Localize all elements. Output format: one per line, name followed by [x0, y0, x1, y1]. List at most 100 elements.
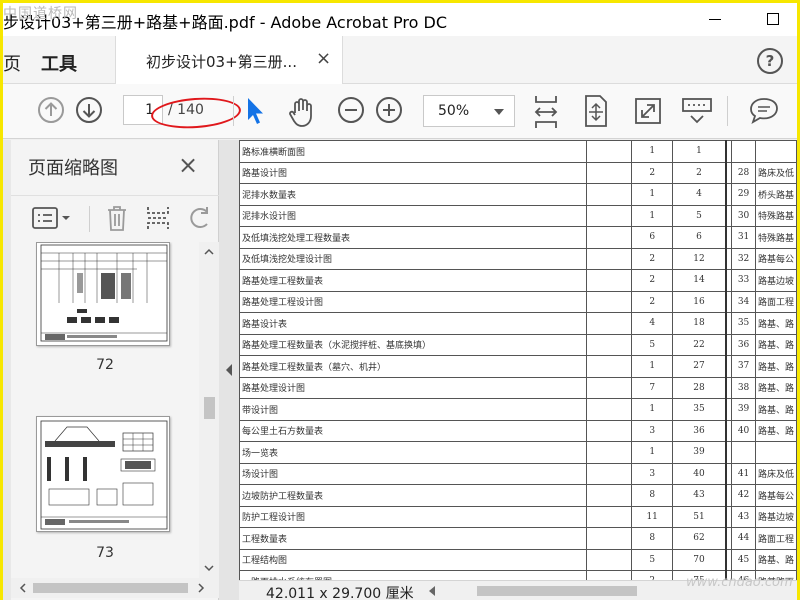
- row-sheet-count: 1: [631, 140, 674, 163]
- maximize-button[interactable]: [758, 7, 788, 31]
- select-cursor-icon[interactable]: [243, 96, 267, 126]
- hand-tool-icon[interactable]: [287, 96, 317, 128]
- minimize-button[interactable]: [700, 7, 730, 31]
- thumbnail-scrollbar[interactable]: [199, 242, 219, 578]
- row-page-number: 4: [672, 183, 727, 206]
- row-title-2: 桥头路基: [754, 183, 797, 206]
- comment-icon[interactable]: [749, 96, 779, 124]
- row-sheet-count: 2: [631, 570, 674, 580]
- thumbnail-page-number: 72: [96, 357, 114, 373]
- rotate-icon[interactable]: [187, 204, 213, 232]
- thumbnail-panel: 页面缩略图 × 72 73: [11, 140, 219, 600]
- row-title-2: 路面工程: [754, 527, 797, 550]
- row-title: 场一览表: [239, 441, 588, 464]
- table-row: 边坡防护工程数量表 8 43 42 路基每公: [239, 484, 797, 507]
- zoom-in-icon[interactable]: [375, 96, 403, 124]
- row-title-2: 路基、路: [754, 398, 797, 421]
- row-item-number: 44: [731, 527, 756, 550]
- scroll-right-icon[interactable]: [197, 583, 205, 593]
- close-panel-icon[interactable]: ×: [178, 151, 198, 179]
- tab-tools[interactable]: 工具: [41, 50, 77, 76]
- scroll-down-icon[interactable]: [204, 564, 214, 572]
- row-blank: [586, 548, 633, 571]
- row-item-number: 30: [731, 204, 756, 227]
- row-page-number: 43: [672, 484, 727, 507]
- page-thumbnail[interactable]: [36, 242, 170, 346]
- table-row: 路基设计表 4 18 35 路基、路: [239, 312, 797, 335]
- row-title: 及低填浅挖处理工程数量表: [239, 226, 588, 249]
- row-blank: [586, 376, 633, 399]
- previous-page-icon[interactable]: [37, 96, 65, 124]
- row-page-number: 14: [672, 269, 727, 292]
- tab-document[interactable]: 初步设计03+第三册... ×: [115, 36, 343, 84]
- help-icon[interactable]: ?: [757, 48, 783, 74]
- trash-icon[interactable]: [105, 204, 129, 232]
- table-row: 场设计图 3 40 41 路床及低: [239, 462, 797, 485]
- row-blank: [586, 441, 633, 464]
- row-title-2: [754, 140, 797, 163]
- full-screen-icon[interactable]: [633, 96, 663, 126]
- table-row: 工程结构图 5 70 45 路基、路: [239, 548, 797, 571]
- scroll-up-icon[interactable]: [204, 248, 214, 256]
- row-item-number: 32: [731, 247, 756, 270]
- title-bar: 步设计03+第三册+路基+路面.pdf - Adobe Acrobat Pro …: [3, 3, 797, 36]
- row-item-number: 43: [731, 505, 756, 528]
- row-item-number: 34: [731, 290, 756, 313]
- row-item-number: 36: [731, 333, 756, 356]
- row-item-number: 42: [731, 484, 756, 507]
- row-sheet-count: 5: [631, 548, 674, 571]
- collapse-arrow-icon[interactable]: [226, 364, 232, 376]
- row-title-2: 路基每公: [754, 247, 797, 270]
- row-title: 边坡防护工程数量表: [239, 484, 588, 507]
- row-title-2: 路基、路: [754, 548, 797, 571]
- document-view[interactable]: 路标准横断面图 1 1 路基设计图 2 2 28 路床及低 泥排水数量表 1 4 29 桥头路基 泥排水设…: [239, 140, 797, 580]
- tab-bar: 页 工具 初步设计03+第三册... × ?: [3, 36, 797, 84]
- row-title-2: 路基、路: [754, 376, 797, 399]
- thumbnail-options-icon[interactable]: [31, 206, 73, 230]
- row-page-number: 70: [672, 548, 727, 571]
- fit-width-icon[interactable]: [533, 94, 559, 130]
- row-item-number: 35: [731, 312, 756, 335]
- row-title-2: 特殊路基: [754, 226, 797, 249]
- read-mode-icon[interactable]: [681, 96, 713, 126]
- table-row: 路标准横断面图 1 1: [239, 140, 797, 163]
- scrollbar-thumb[interactable]: [33, 583, 188, 593]
- thumbnail-hscrollbar[interactable]: [11, 578, 219, 598]
- table-row: 路基处理工程数量表（墓穴、机井） 1 27 37 路基、路: [239, 355, 797, 378]
- row-title: 每公里土石方数量表: [239, 419, 588, 442]
- scrollbar-thumb[interactable]: [204, 397, 215, 419]
- table-row: 路基处理设计图 7 28 38 路基、路: [239, 376, 797, 399]
- row-page-number: 39: [672, 441, 727, 464]
- scroll-left-icon[interactable]: [19, 583, 27, 593]
- row-page-number: 6: [672, 226, 727, 249]
- panel-collapse-strip[interactable]: [219, 140, 239, 600]
- row-sheet-count: 1: [631, 183, 674, 206]
- fit-page-icon[interactable]: [583, 94, 609, 128]
- close-tab-icon[interactable]: ×: [316, 48, 331, 69]
- row-page-number: 36: [672, 419, 727, 442]
- tab-home[interactable]: 页: [3, 50, 21, 76]
- next-page-icon[interactable]: [75, 96, 103, 124]
- row-sheet-count: 2: [631, 269, 674, 292]
- row-item-number: 33: [731, 269, 756, 292]
- row-blank: [586, 505, 633, 528]
- row-sheet-count: 2: [631, 290, 674, 313]
- row-item-number: [731, 441, 756, 464]
- row-sheet-count: 1: [631, 441, 674, 464]
- extract-pages-icon[interactable]: [145, 204, 171, 232]
- row-title-2: 路床及低: [754, 161, 797, 184]
- row-blank: [586, 333, 633, 356]
- scroll-left-icon[interactable]: [429, 586, 435, 596]
- row-title-2: 路基、路: [754, 312, 797, 335]
- zoom-out-icon[interactable]: [337, 96, 365, 124]
- row-page-number: 62: [672, 527, 727, 550]
- row-sheet-count: 1: [631, 355, 674, 378]
- row-blank: [586, 570, 633, 580]
- row-page-number: 18: [672, 312, 727, 335]
- page-thumbnail[interactable]: [36, 416, 170, 532]
- scrollbar-thumb[interactable]: [477, 586, 637, 596]
- row-sheet-count: 8: [631, 484, 674, 507]
- row-item-number: 37: [731, 355, 756, 378]
- page-preview: [40, 244, 168, 342]
- zoom-dropdown[interactable]: 50%: [423, 95, 515, 127]
